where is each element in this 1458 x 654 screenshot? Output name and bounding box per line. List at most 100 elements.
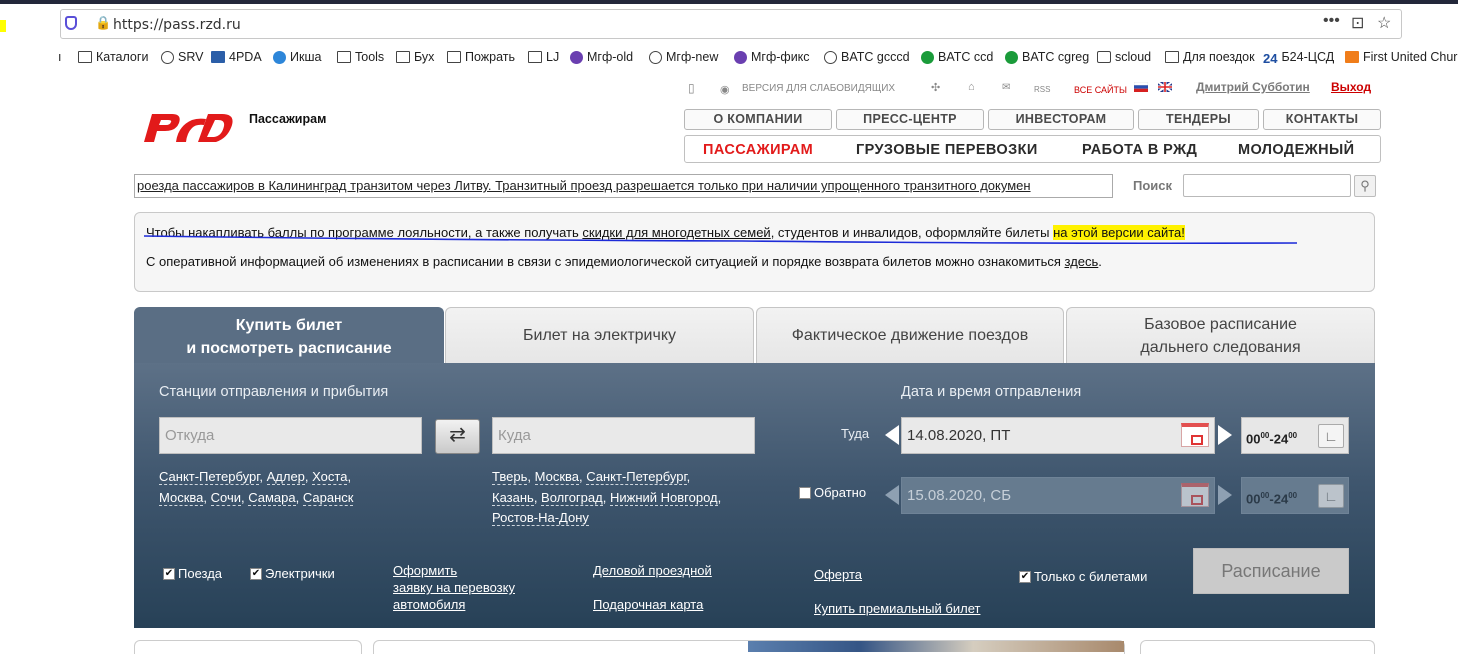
address-bar[interactable]: 🔒 https://pass.rzd.ru ••• ⊡ ☆	[60, 9, 1402, 39]
menu-about[interactable]: О КОМПАНИИ	[684, 109, 832, 130]
return-checkbox[interactable]: Обратно	[799, 485, 866, 500]
there-date-input[interactable]: 14.08.2020, ПТ	[901, 417, 1215, 454]
all-sites-link[interactable]: ВСЕ САЙТЫ	[1074, 85, 1127, 95]
bookmark-item[interactable]: First United Church	[1345, 50, 1458, 64]
city-link[interactable]: Сочи	[210, 489, 241, 506]
bookmark-item[interactable]: 24 Б24-ЦСД	[1263, 50, 1334, 66]
prev-date-arrow-icon[interactable]	[885, 425, 899, 445]
clock-icon[interactable]: ∟	[1318, 484, 1344, 508]
clock-icon[interactable]: ∟	[1318, 424, 1344, 448]
ticker-text[interactable]: роезда пассажиров в Калининград транзито…	[137, 178, 1031, 193]
rzd-logo[interactable]	[140, 108, 240, 148]
suburban-checkbox[interactable]: ✔ Электрички	[250, 566, 335, 581]
car-transport-link[interactable]: Оформить заявку на перевозку автомобиля	[393, 562, 515, 613]
brand-label[interactable]: Пассажирам	[249, 112, 326, 126]
only-tickets-checkbox[interactable]: ✔ Только с билетами	[1019, 569, 1147, 584]
checkbox-box[interactable]: ✔	[163, 567, 175, 580]
business-pass-link[interactable]: Деловой проездной	[593, 562, 712, 579]
menu-passengers[interactable]: ПАССАЖИРАМ	[703, 142, 813, 158]
city-link[interactable]: Самара	[248, 489, 296, 506]
checkbox-box[interactable]	[799, 486, 811, 499]
next-date-arrow-icon[interactable]	[1218, 485, 1232, 505]
bookmark-item[interactable]: BATC ccd	[921, 50, 993, 64]
city-link[interactable]: Нижний Новгород	[609, 489, 718, 506]
bookmark-item[interactable]: Мгф-old	[570, 50, 633, 64]
url-text[interactable]: https://pass.rzd.ru	[113, 17, 241, 33]
calendar-icon[interactable]	[1181, 483, 1209, 507]
menu-youth[interactable]: МОЛОДЕЖНЫЙ	[1238, 142, 1354, 158]
uk-flag-icon[interactable]	[1158, 82, 1172, 92]
news-ticker[interactable]: роезда пассажиров в Калининград транзито…	[134, 174, 1113, 198]
bookmark-item[interactable]: Для поездок	[1165, 50, 1255, 64]
city-link[interactable]: Ростов-На-Дону	[492, 510, 589, 526]
accessibility-link[interactable]: ВЕРСИЯ ДЛЯ СЛАБОВИДЯЩИХ	[742, 83, 895, 94]
bookmark-item[interactable]: 4PDA	[211, 50, 262, 64]
checkbox-box[interactable]: ✔	[250, 567, 262, 580]
menu-contacts[interactable]: КОНТАКТЫ	[1263, 109, 1381, 130]
bookmark-item[interactable]: BATC cgreg	[1005, 50, 1089, 64]
bookmark-item[interactable]: Tools	[337, 50, 384, 64]
gift-card-link[interactable]: Подарочная карта	[593, 596, 703, 613]
logout-link[interactable]: Выход	[1331, 80, 1371, 94]
menu-tenders[interactable]: ТЕНДЕРЫ	[1138, 109, 1259, 130]
city-link[interactable]: Адлер	[266, 469, 305, 485]
here-link[interactable]: здесь	[1065, 254, 1099, 269]
next-date-arrow-icon[interactable]	[1218, 425, 1232, 445]
city-link[interactable]: Москва	[159, 489, 204, 506]
calendar-icon[interactable]	[1181, 423, 1209, 447]
tab-base-schedule[interactable]: Базовое расписание дальнего следования	[1066, 307, 1375, 363]
bookmark-item[interactable]: Мгф-фикс	[734, 50, 810, 64]
bookmark-partial[interactable]: ı	[58, 50, 61, 64]
there-time-select[interactable]: 0000-2400 ∟	[1241, 417, 1349, 454]
pocket-icon[interactable]: ⊡	[1351, 13, 1364, 33]
tab-suburban[interactable]: Билет на электричку	[445, 307, 754, 363]
bookmark-item[interactable]: Пожрать	[447, 50, 515, 64]
bookmark-star-icon[interactable]: ☆	[1377, 13, 1391, 33]
lock-icon[interactable]: 🔒	[95, 15, 111, 31]
mail-icon[interactable]: ✉	[1002, 82, 1010, 93]
trains-checkbox[interactable]: ✔ Поезда	[163, 566, 222, 581]
home-icon[interactable]: ⌂	[968, 81, 975, 93]
city-link[interactable]: Хоста	[312, 469, 348, 485]
sitemap-icon[interactable]: ✣	[931, 81, 940, 94]
schedule-button[interactable]: Расписание	[1193, 548, 1349, 594]
back-date-input[interactable]: 15.08.2020, СБ	[901, 477, 1215, 514]
tracking-shield-icon[interactable]	[65, 16, 77, 30]
tab-buy-ticket[interactable]: Купить билет и посмотреть расписание	[134, 307, 444, 365]
city-link[interactable]: Москва	[534, 469, 579, 485]
search-input[interactable]	[1183, 174, 1351, 197]
bookmark-item[interactable]: Бух	[396, 50, 434, 64]
menu-press[interactable]: ПРЕСС-ЦЕНТР	[836, 109, 984, 130]
premium-ticket-link[interactable]: Купить премиальный билет	[814, 600, 980, 617]
offer-link[interactable]: Оферта	[814, 566, 862, 583]
checkbox-box[interactable]: ✔	[1019, 570, 1031, 583]
page-actions-icon[interactable]: •••	[1323, 12, 1340, 30]
menu-investors[interactable]: ИНВЕСТОРАМ	[988, 109, 1134, 130]
city-link[interactable]: Санкт-Петербург	[586, 469, 687, 485]
prev-date-arrow-icon[interactable]	[885, 485, 899, 505]
to-input[interactable]: Куда	[492, 417, 755, 454]
bookmark-item[interactable]: scloud	[1097, 50, 1151, 64]
tab-actual-movement[interactable]: Фактическое движение поездов	[756, 307, 1064, 363]
from-input[interactable]: Откуда	[159, 417, 422, 454]
user-name-link[interactable]: Дмитрий Субботин	[1196, 80, 1310, 94]
swap-stations-button[interactable]: ⇄	[435, 419, 480, 454]
bookmark-item[interactable]: BATC gcccd	[824, 50, 910, 64]
bookmark-item[interactable]: SRV	[161, 50, 203, 64]
city-link[interactable]: Тверь	[492, 469, 528, 485]
russian-flag-icon[interactable]	[1134, 82, 1148, 92]
city-link[interactable]: Казань	[492, 489, 534, 506]
city-link[interactable]: Санкт-Петербург	[159, 469, 260, 485]
eye-icon[interactable]: ◉	[720, 83, 730, 96]
city-link[interactable]: Волгоград	[541, 489, 603, 506]
menu-careers[interactable]: РАБОТА В РЖД	[1082, 142, 1197, 158]
rss-link[interactable]: RSS	[1034, 85, 1050, 94]
back-time-select[interactable]: 0000-2400 ∟	[1241, 477, 1349, 514]
city-link[interactable]: Саранск	[302, 489, 354, 506]
mobile-icon[interactable]: ▯	[688, 81, 695, 95]
bookmark-item[interactable]: LJ	[528, 50, 559, 64]
bookmark-item[interactable]: Каталоги	[78, 50, 148, 64]
search-button[interactable]: ⚲	[1354, 175, 1376, 197]
menu-freight[interactable]: ГРУЗОВЫЕ ПЕРЕВОЗКИ	[856, 142, 1038, 158]
bookmark-item[interactable]: Мгф-new	[649, 50, 718, 64]
